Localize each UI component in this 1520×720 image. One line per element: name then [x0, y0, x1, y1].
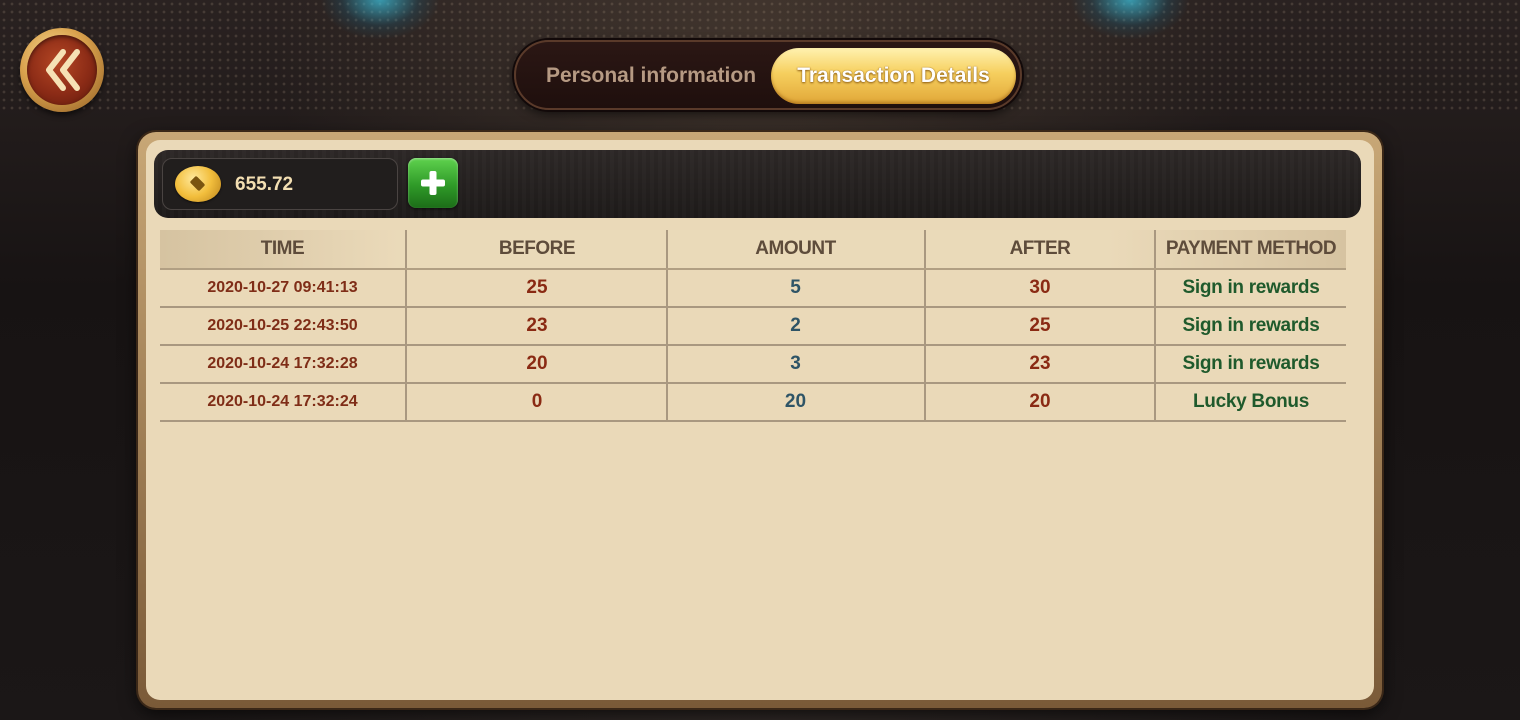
cell-payment-method: Sign in rewards [1182, 315, 1320, 336]
cell-payment-method: Sign in rewards [1182, 277, 1320, 298]
cell-amount: 2 [790, 315, 801, 336]
cell-before: 0 [531, 391, 543, 412]
column-header-payment-method: PAYMENT METHOD [1165, 238, 1337, 259]
column-header-time: TIME [260, 238, 305, 259]
add-funds-button[interactable] [408, 158, 458, 208]
table-row: 2020-10-27 09:41:13 25 5 30 Sign in rewa… [160, 270, 1346, 308]
cell-after: 20 [1029, 391, 1051, 412]
cell-after: 25 [1029, 315, 1051, 336]
cell-amount: 20 [784, 391, 807, 412]
balance-display: 655.72 [162, 158, 398, 210]
cell-amount: 5 [790, 277, 801, 298]
table-row: 2020-10-24 17:32:28 20 3 23 Sign in rewa… [160, 346, 1346, 384]
tab-transaction-details[interactable]: Transaction Details [771, 48, 1016, 104]
balance-value: 655.72 [235, 174, 294, 195]
table-header: TIME BEFORE AMOUNT AFTER PAYMENT METHOD [160, 230, 1346, 270]
cell-before: 25 [526, 277, 548, 298]
cell-payment-method: Sign in rewards [1182, 353, 1320, 374]
back-button[interactable] [20, 28, 104, 112]
transaction-table: TIME BEFORE AMOUNT AFTER PAYMENT METHOD … [160, 230, 1346, 422]
cell-time: 2020-10-24 17:32:28 [207, 355, 358, 372]
column-header-before: BEFORE [498, 238, 576, 259]
cell-payment-method: Lucky Bonus [1193, 391, 1309, 412]
column-header-amount: AMOUNT [755, 238, 836, 259]
table-row: 2020-10-25 22:43:50 23 2 25 Sign in rewa… [160, 308, 1346, 346]
cell-time: 2020-10-25 22:43:50 [207, 317, 358, 334]
cell-after: 30 [1029, 277, 1051, 298]
table-row: 2020-10-24 17:32:24 0 20 20 Lucky Bonus [160, 384, 1346, 422]
transactions-panel-frame: 655.72 TIME BEFORE AMOUNT AFTER PAYMENT … [138, 132, 1382, 708]
double-chevron-left-icon [46, 49, 80, 91]
plus-icon [421, 171, 445, 195]
cell-time: 2020-10-24 17:32:24 [207, 393, 358, 410]
cell-before: 23 [526, 315, 548, 336]
tab-personal-information[interactable]: Personal information [526, 48, 776, 104]
cell-time: 2020-10-27 09:41:13 [207, 279, 358, 296]
cell-after: 23 [1029, 353, 1051, 374]
screen: Personal information Transaction Details… [0, 0, 1520, 720]
wallet-bar: 655.72 [154, 150, 1361, 218]
cell-amount: 3 [790, 353, 801, 374]
transactions-panel: 655.72 TIME BEFORE AMOUNT AFTER PAYMENT … [146, 140, 1374, 700]
gold-coin-icon [175, 166, 221, 202]
column-header-after: AFTER [1009, 238, 1071, 259]
cell-before: 20 [526, 353, 548, 374]
tab-bar: Personal information Transaction Details [514, 40, 1022, 110]
